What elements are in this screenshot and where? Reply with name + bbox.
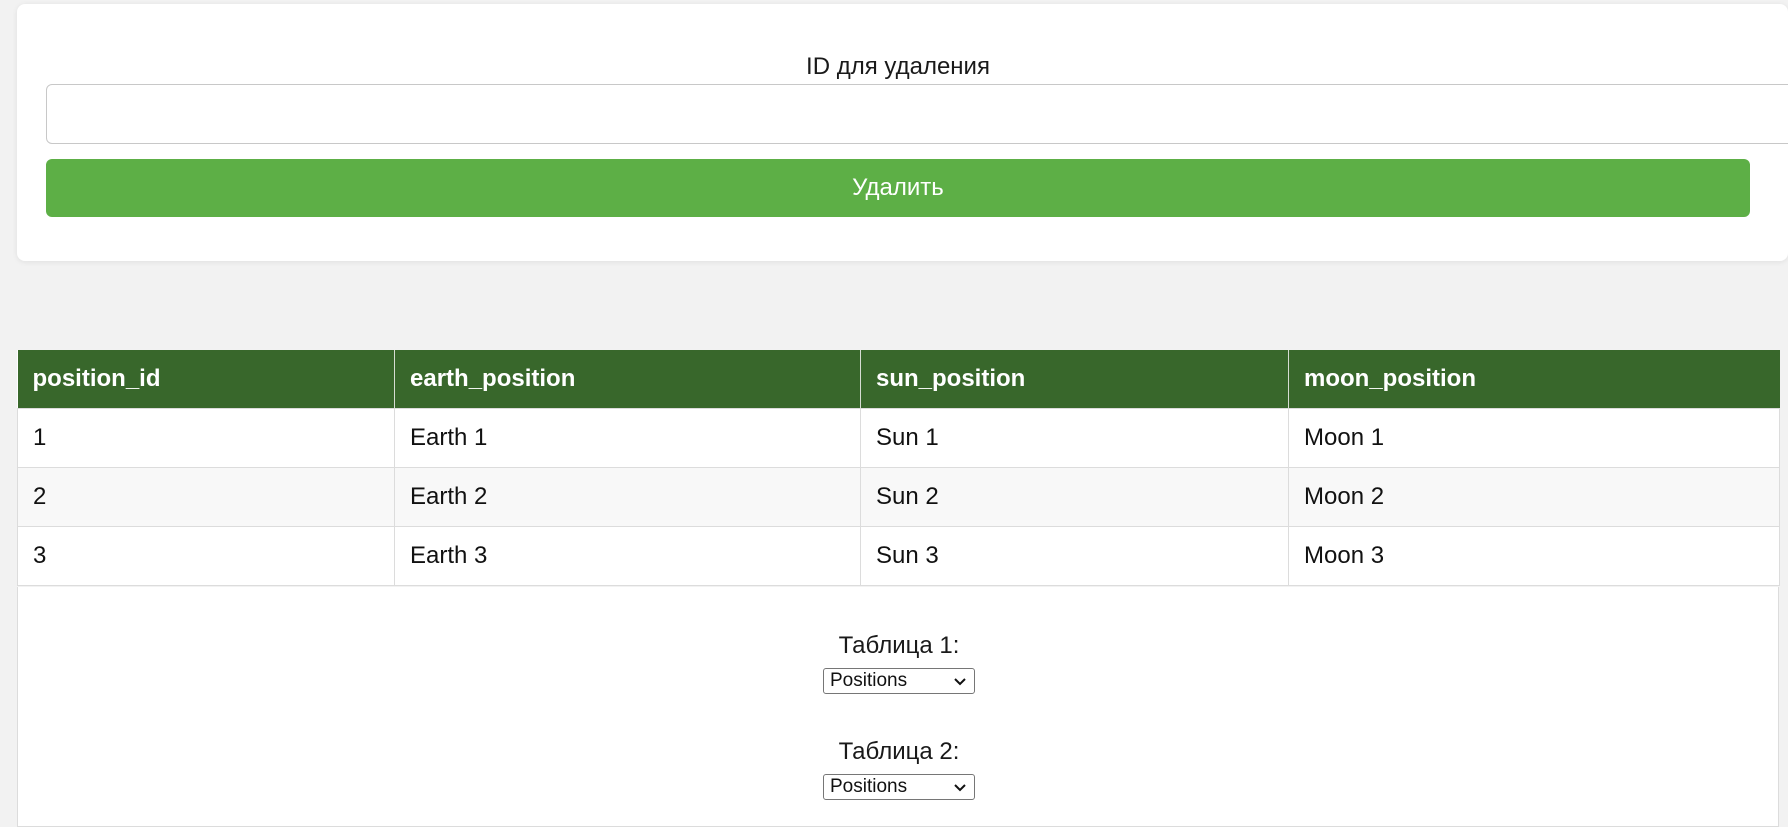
table2-selected-value: Positions (830, 776, 908, 797)
column-header-sun-position: sun_position (860, 350, 1289, 408)
table-select-card: Таблица 1: Positions Таблица 2: Position… (17, 587, 1779, 827)
table-cell: Moon 1 (1288, 407, 1780, 467)
delete-card: ID для удаления Удалить (17, 4, 1788, 261)
table-cell: 3 (17, 525, 395, 586)
table-row: 3 Earth 3 Sun 3 Moon 3 (17, 525, 1780, 586)
table-cell: Sun 2 (860, 466, 1289, 526)
table-row: 1 Earth 1 Sun 1 Moon 1 (17, 407, 1780, 467)
column-header-earth-position: earth_position (394, 350, 861, 408)
table1-label: Таблица 1: (838, 632, 960, 659)
table2-label: Таблица 2: (838, 738, 960, 765)
table-cell: 2 (17, 466, 395, 526)
table-cell: 1 (17, 407, 395, 467)
table-cell: Moon 3 (1288, 525, 1780, 586)
table1-select[interactable]: Positions (823, 668, 975, 694)
table2-select[interactable]: Positions (823, 774, 975, 800)
table-header-row: position_id earth_position sun_position … (17, 350, 1780, 408)
delete-button[interactable]: Удалить (46, 159, 1750, 217)
table-row: 2 Earth 2 Sun 2 Moon 2 (17, 466, 1780, 526)
table-cell: Sun 3 (860, 525, 1289, 586)
table-cell: Sun 1 (860, 407, 1289, 467)
positions-table: position_id earth_position sun_position … (17, 350, 1780, 586)
chevron-down-icon (954, 678, 966, 686)
delete-id-label: ID для удаления (806, 53, 990, 80)
table-cell: Earth 3 (394, 525, 861, 586)
table-cell: Earth 1 (394, 407, 861, 467)
delete-id-input[interactable] (46, 84, 1788, 144)
table-cell: Earth 2 (394, 466, 861, 526)
table1-selected-value: Positions (830, 670, 908, 691)
column-header-moon-position: moon_position (1288, 350, 1780, 408)
table-cell: Moon 2 (1288, 466, 1780, 526)
column-header-position-id: position_id (17, 350, 395, 408)
chevron-down-icon (954, 784, 966, 792)
